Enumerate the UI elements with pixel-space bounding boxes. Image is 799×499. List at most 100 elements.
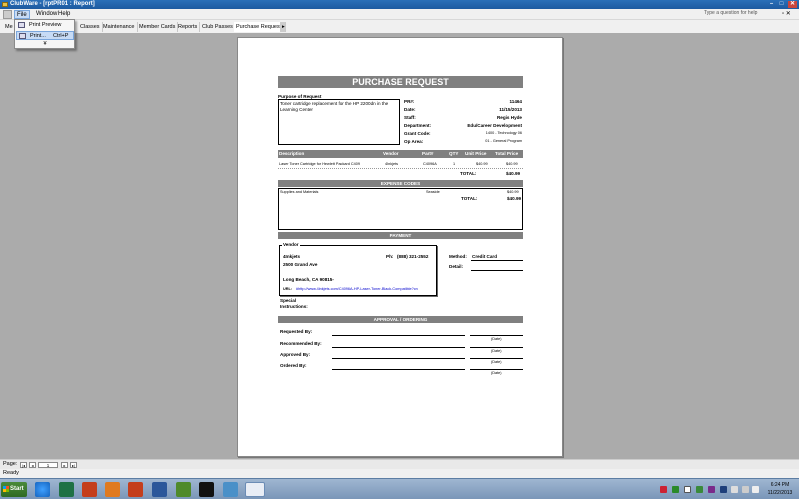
payment-header: PAYMENT	[278, 232, 523, 239]
tab-club-passes[interactable]: Club Passes	[200, 22, 236, 32]
first-page-button[interactable]: |◂	[20, 462, 27, 468]
print-preview-icon	[18, 22, 25, 28]
tray-notes-icon[interactable]	[684, 486, 691, 493]
command-prompt-icon[interactable]	[199, 482, 214, 497]
start-button[interactable]: Start	[1, 482, 27, 497]
clock-time[interactable]: 6:24 PM	[765, 482, 795, 488]
app-menu-icon[interactable]	[3, 10, 12, 19]
menu-file[interactable]: File	[14, 10, 30, 19]
expense-area: Seaside	[426, 190, 440, 194]
menu-restore-icon[interactable]: ▫ ✕	[780, 10, 793, 19]
vendor-label: Vendor	[282, 242, 300, 247]
vendor-url-link[interactable]: #http://www.4inkjets.com/C4096A-HP-Laser…	[296, 287, 434, 291]
publisher-icon[interactable]	[128, 482, 143, 497]
tray-shield-icon[interactable]	[672, 486, 679, 493]
item-qty: 1	[453, 162, 456, 166]
menu-bar: File Window Help ▫ ✕	[0, 9, 799, 20]
expense-code: Supplies and Materials	[280, 190, 319, 194]
tab-scroll-icon[interactable]: ▸	[280, 22, 286, 32]
requested-date-line	[470, 335, 523, 336]
page-label: Page:	[3, 461, 18, 467]
date-value: 11/15/2013	[499, 107, 522, 112]
col-vendor: Vendor	[383, 151, 399, 156]
taskbar: Start 6:24 PM 11/22/2013	[0, 478, 799, 499]
approved-by-label: Approved By:	[280, 352, 311, 357]
tray-app-icon[interactable]	[660, 486, 667, 493]
col-part: Part#	[422, 151, 434, 156]
recommended-by-line	[332, 347, 465, 348]
project-icon[interactable]	[176, 482, 191, 497]
item-part: C4096A	[423, 162, 437, 166]
next-page-button[interactable]: ▸	[61, 462, 68, 468]
col-description: Description	[279, 151, 305, 156]
tab-purchase-request[interactable]: Purchase Request	[234, 22, 285, 32]
tab-bar: Me Classes Maintenance Member Cards Repo…	[0, 20, 799, 33]
window-title: ClubWare - [rptPR01 : Report]	[10, 1, 95, 7]
prev-page-button[interactable]: ◂	[29, 462, 36, 468]
windows-logo-icon	[3, 486, 9, 492]
item-total-price: $40.99	[506, 162, 518, 166]
menu-item-print[interactable]: Print... Ctrl+P	[16, 31, 74, 40]
tab-reports[interactable]: Reports	[176, 22, 201, 32]
item-vendor: 4Inkjets	[385, 162, 399, 166]
recommended-date-line	[470, 347, 523, 348]
requested-by-line	[332, 335, 465, 336]
tray-excel-icon[interactable]	[696, 486, 703, 493]
ordered-by-line	[332, 369, 465, 370]
pr-number-label: PR#:	[404, 99, 415, 104]
date-caption: (Date)	[491, 371, 502, 375]
menu-help[interactable]: Help	[56, 10, 72, 19]
clubware-task-icon[interactable]	[245, 482, 265, 497]
grant-code-value: 1400 - Technology 06	[485, 131, 522, 135]
minimize-button[interactable]: –	[767, 1, 776, 8]
start-label: Start	[10, 486, 24, 492]
excel-icon[interactable]	[59, 482, 74, 497]
print-preview-label: Print Preview	[29, 22, 62, 28]
menu-expand-more[interactable]: ¥	[16, 40, 74, 49]
close-button[interactable]: ✕	[788, 1, 797, 8]
tray-flag-icon[interactable]	[731, 486, 738, 493]
method-underline	[471, 260, 523, 261]
date-caption: (Date)	[491, 360, 502, 364]
purpose-text: Toner cartridge replacement for the HP 2…	[278, 99, 400, 145]
items-total-label: TOTAL:	[460, 171, 477, 176]
status-bar: Ready	[0, 469, 799, 478]
print-label: Print...	[30, 33, 46, 39]
tray-network-icon[interactable]	[720, 486, 727, 493]
tab-classes[interactable]: Classes	[78, 22, 103, 32]
grant-code-label: Grant Code:	[404, 131, 431, 136]
tab-maintenance[interactable]: Maintenance	[101, 22, 138, 32]
expense-codes-box: Supplies and Materials Seaside $40.99 TO…	[278, 188, 523, 230]
remote-desktop-icon[interactable]	[223, 482, 238, 497]
last-page-button[interactable]: ▸|	[70, 462, 77, 468]
page-number-input[interactable]: 1	[38, 462, 58, 468]
detail-underline	[471, 270, 523, 271]
ordered-by-label: Ordered By:	[280, 363, 307, 368]
row-divider	[278, 168, 523, 169]
vendor-url-label: URL:	[283, 287, 293, 291]
staff-value: Regis Hyde	[496, 115, 522, 120]
tab-member-cards[interactable]: Member Cards	[137, 22, 179, 32]
clock-date[interactable]: 11/22/2013	[763, 490, 797, 496]
printer-icon	[19, 33, 26, 39]
file-menu-dropdown: Print Preview Print... Ctrl+P ¥	[14, 19, 75, 49]
word-icon[interactable]	[152, 482, 167, 497]
powerpoint-icon[interactable]	[82, 482, 97, 497]
report-title: PURCHASE REQUEST	[278, 76, 523, 88]
internet-explorer-icon[interactable]	[35, 482, 50, 497]
col-total-price: Total Price	[495, 151, 519, 156]
department-label: Department:	[404, 123, 432, 128]
tray-display-icon[interactable]	[742, 486, 749, 493]
tray-onenote-icon[interactable]	[708, 486, 715, 493]
outlook-icon[interactable]	[105, 482, 120, 497]
maximize-button[interactable]: □	[777, 1, 786, 8]
help-search-box[interactable]: Type a question for help	[704, 10, 757, 16]
approved-date-line	[470, 358, 523, 359]
expense-amount: $40.99	[507, 190, 519, 194]
tray-volume-icon[interactable]	[752, 486, 759, 493]
method-value: Credit Card	[472, 254, 498, 259]
expense-total-label: TOTAL:	[461, 196, 478, 201]
menu-item-print-preview[interactable]: Print Preview	[16, 21, 74, 30]
col-unit-price: Unit Price	[465, 151, 487, 156]
report-page: PURCHASE REQUEST Purpose of Request Tone…	[237, 37, 563, 457]
